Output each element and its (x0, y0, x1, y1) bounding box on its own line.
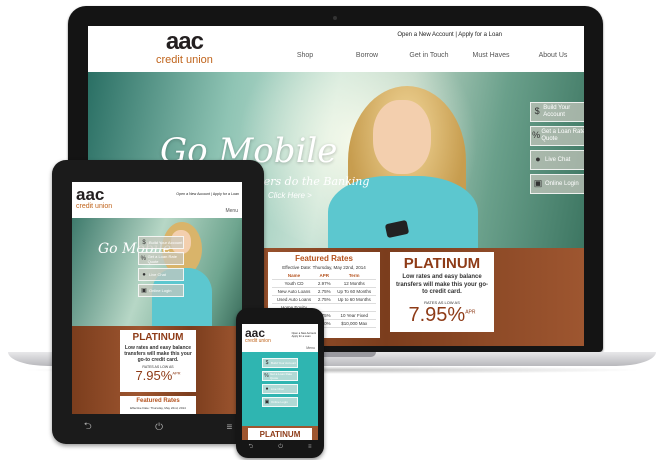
quick-actions: $ Build Your Account % Get a Loan Rate Quo… (262, 358, 298, 410)
dollar-icon: $ (534, 106, 540, 117)
build-account-button[interactable]: $ Build Your Account (138, 236, 184, 249)
build-account-button[interactable]: $ Build Your Account (262, 358, 298, 368)
main-nav: Shop Borrow Get in Touch Must Haves Abou… (274, 52, 584, 59)
lock-icon: ▣ (141, 288, 147, 294)
nav-shop[interactable]: Shop (274, 52, 336, 59)
menu-key-icon[interactable]: ≡ (226, 422, 232, 433)
nav-must-haves[interactable]: Must Haves (460, 52, 522, 59)
chat-icon: ● (535, 154, 541, 165)
lock-icon: ▣ (533, 178, 543, 189)
back-key-icon[interactable]: ⮌ (248, 442, 253, 452)
top-links: Open a New Account Apply for a Loan (292, 332, 316, 338)
open-account-link[interactable]: Open a New Account (397, 32, 453, 38)
site-logo[interactable]: aac credit union (245, 327, 271, 344)
nav-about-us[interactable]: About Us (522, 52, 584, 59)
apply-loan-link[interactable]: Apply for a Loan (458, 32, 502, 38)
power-key-icon[interactable]: ⏻ (278, 444, 283, 451)
quick-actions: $ Build Your Account % Get a Loan Rate Quo… (530, 102, 584, 198)
quick-actions: $ Build Your Account % Get a Loan Rate Quo… (138, 236, 184, 300)
back-key-icon[interactable]: ⮌ (84, 419, 92, 436)
percent-icon: % (264, 373, 269, 379)
live-chat-button[interactable]: ● Live Chat (262, 384, 298, 394)
dollar-icon: $ (142, 239, 146, 246)
rates-effective-date: Effective Date: Thursday, May 22nd, 2014 (282, 265, 366, 270)
loan-quote-button[interactable]: % Get a Loan Rate Quote (138, 252, 184, 265)
power-key-icon[interactable]: ⏻ (155, 422, 163, 433)
apply-loan-link[interactable]: Apply for a Loan (292, 335, 316, 338)
laptop-camera (333, 16, 337, 20)
apply-loan-link[interactable]: Apply for a Loan (213, 192, 239, 196)
percent-icon: % (140, 255, 146, 262)
open-account-link[interactable]: Open a New Account (176, 192, 210, 196)
dollar-icon: $ (265, 360, 269, 366)
site-logo[interactable]: aac credit union (156, 30, 213, 66)
table-row: New Auto Loans 2.75% Up To 60 Months (272, 287, 376, 296)
lock-icon: ▣ (264, 399, 270, 405)
hero-cta-link[interactable]: Click Here > (268, 192, 312, 200)
phone-screen: aac credit union Open a New Account Appl… (242, 324, 318, 440)
phone-nav-keys: ⮌ ⏻ ≡ (236, 440, 324, 454)
menu-button[interactable]: Menu (225, 208, 238, 214)
tablet-screen: aac credit union Open a New Account | Ap… (72, 182, 242, 414)
platinum-card-promo[interactable]: PLATINUM Low rates and easy balance tran… (120, 330, 196, 392)
loan-quote-button[interactable]: % Get a Loan Rate Quote (530, 126, 584, 146)
nav-get-in-touch[interactable]: Get in Touch (398, 52, 460, 59)
percent-icon: % (532, 130, 541, 141)
online-login-button[interactable]: ▣ Online Login (138, 284, 184, 297)
loan-quote-button[interactable]: % Get a Loan Rate Quote (262, 371, 298, 381)
build-account-button[interactable]: $ Build Your Account (530, 102, 584, 122)
table-row: Used Auto Loans 2.75% Up to 60 Months (272, 295, 376, 304)
live-chat-button[interactable]: ● Live Chat (530, 150, 584, 170)
platinum-card-promo[interactable]: PLATINUM Low rates and easy balance tran… (390, 252, 494, 332)
site-logo[interactable]: aac credit union (76, 186, 112, 210)
menu-key-icon[interactable]: ≡ (308, 444, 312, 450)
live-chat-button[interactable]: ● Live Chat (138, 268, 184, 281)
tablet-nav-keys: ⮌ ⏻ ≡ (52, 416, 264, 438)
devices-mockup: aac credit union Open a New Account | Ap… (0, 0, 662, 460)
top-links: Open a New Account | Apply for a Loan (176, 192, 239, 196)
chat-icon: ● (142, 271, 146, 278)
featured-rates-card: Featured Rates Effective Date: Thursday,… (120, 396, 196, 414)
table-row: Youth CD 2.97% 12 Months (272, 279, 376, 288)
nav-borrow[interactable]: Borrow (336, 52, 398, 59)
online-login-button[interactable]: ▣ Online Login (262, 397, 298, 407)
chat-icon: ● (265, 386, 269, 392)
site-header: aac credit union Open a New Account | Ap… (88, 26, 584, 72)
platinum-card-promo[interactable]: PLATINUM (248, 428, 312, 440)
menu-button[interactable]: Menu (306, 346, 315, 350)
online-login-button[interactable]: ▣ Online Login (530, 174, 584, 194)
rates-title: Featured Rates (295, 254, 353, 263)
top-links: Open a New Account | Apply for a Loan (397, 32, 502, 38)
